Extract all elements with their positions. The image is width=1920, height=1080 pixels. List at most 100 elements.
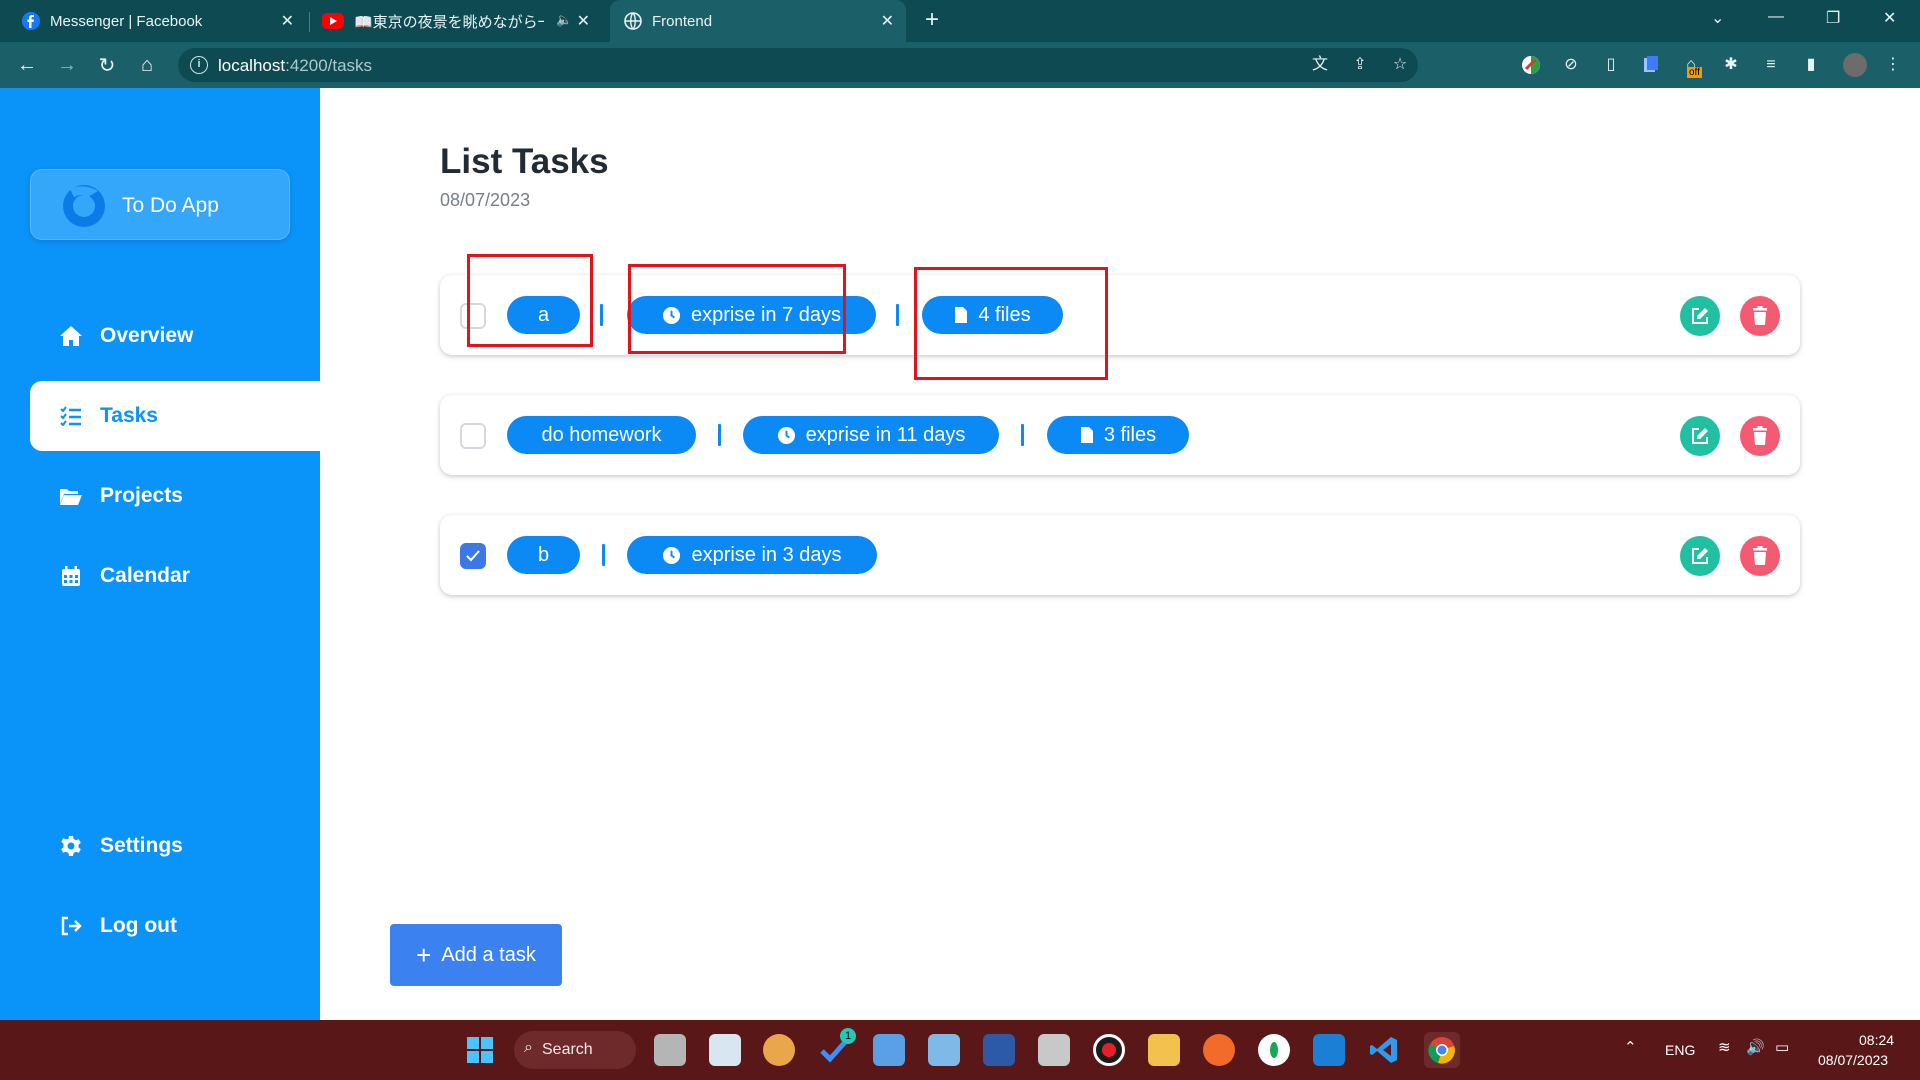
minimize-button[interactable]: —	[1768, 8, 1784, 26]
task-checkbox[interactable]	[460, 423, 486, 449]
site-info-icon[interactable]: i	[190, 56, 208, 74]
battery-icon[interactable]: ▭	[1775, 1038, 1789, 1056]
edit-icon	[1692, 308, 1708, 324]
weather-icon[interactable]	[763, 1034, 795, 1066]
sidebar-item-settings[interactable]: Settings	[30, 811, 320, 881]
task-name-pill[interactable]: do homework	[507, 416, 696, 454]
tray-chevron-icon[interactable]: ⌃	[1624, 1038, 1637, 1056]
reload-icon[interactable]: ↻	[94, 52, 120, 78]
sidebar-item-projects[interactable]: Projects	[30, 461, 320, 531]
task-files-pill[interactable]: 3 files	[1047, 416, 1189, 454]
trello-icon[interactable]	[1313, 1034, 1345, 1066]
back-icon[interactable]: ←	[14, 52, 40, 78]
edit-icon	[1692, 428, 1708, 444]
restore-button[interactable]: ❐	[1826, 8, 1840, 28]
reading-list-icon[interactable]: ≡	[1761, 55, 1781, 75]
postman-icon[interactable]	[1203, 1034, 1235, 1066]
share-icon[interactable]: ⇪	[1350, 55, 1370, 75]
sidebar-item-tasks[interactable]: Tasks	[30, 381, 320, 451]
tab-youtube[interactable]: 📖東京の夜景を眺めながら一 🔈 ✕	[322, 0, 598, 42]
clock-icon	[777, 426, 796, 445]
bookmark-star-icon[interactable]: ☆	[1390, 55, 1410, 75]
sidebar-item-calendar[interactable]: Calendar	[30, 541, 320, 611]
task-expiry-pill[interactable]: exprise in 11 days	[743, 416, 999, 454]
task-card: b exprise in 3 days	[440, 515, 1800, 595]
sidebar-item-logout[interactable]: Log out	[30, 891, 320, 961]
browser-toolbar: ← → ↻ ⌂ i localhost:4200/tasks ☆ ⇪ 文 ⊘ ▯…	[0, 42, 1920, 88]
windows-start-icon[interactable]	[464, 1034, 496, 1066]
forward-icon[interactable]: →	[54, 52, 80, 78]
clock-icon	[662, 546, 681, 565]
tab-close-icon[interactable]: ✕	[577, 11, 590, 31]
mongodb-icon[interactable]	[1258, 1034, 1290, 1066]
edit-icon	[1692, 548, 1708, 564]
add-task-button[interactable]: + Add a task	[390, 924, 562, 986]
phone-icon[interactable]: ▯	[1601, 55, 1621, 75]
task-expiry-pill[interactable]: exprise in 3 days	[627, 536, 877, 574]
address-bar[interactable]: i localhost:4200/tasks ☆ ⇪ 文	[178, 48, 1418, 82]
sidebar-item-overview[interactable]: Overview	[30, 301, 320, 371]
task-checkbox-checked[interactable]	[460, 543, 486, 569]
extension-color-icon[interactable]	[1521, 55, 1541, 75]
divider	[600, 304, 603, 326]
task-view-icon[interactable]	[654, 1034, 686, 1066]
new-tab-button[interactable]: +	[925, 8, 939, 32]
tab-messenger[interactable]: Messenger | Facebook ✕	[22, 0, 302, 42]
url-path: :4200/tasks	[285, 56, 373, 75]
delete-task-button[interactable]	[1740, 536, 1780, 576]
file-explorer-icon[interactable]	[1148, 1034, 1180, 1066]
chrome-menu-icon[interactable]: ⋮	[1883, 55, 1903, 75]
page-title: List Tasks	[440, 142, 609, 181]
delete-task-button[interactable]	[1740, 416, 1780, 456]
speaker-icon[interactable]: 🔈	[556, 12, 572, 28]
home-icon[interactable]: ⌂	[134, 52, 160, 78]
divider	[1021, 424, 1024, 446]
powershell-icon[interactable]	[983, 1034, 1015, 1066]
compass-icon[interactable]: ⊘	[1561, 55, 1581, 75]
translate-icon[interactable]: 文	[1310, 55, 1330, 75]
clock-time[interactable]: 08:24	[1859, 1032, 1894, 1048]
plus-icon: +	[416, 940, 432, 970]
globe-icon	[624, 12, 642, 30]
clock-date[interactable]: 08/07/2023	[1818, 1052, 1888, 1068]
page-date: 08/07/2023	[440, 190, 531, 210]
app-logo-card[interactable]: To Do App	[30, 169, 290, 240]
notepad-icon[interactable]	[873, 1034, 905, 1066]
taskbar-search[interactable]: ⌕ Search	[514, 1031, 636, 1069]
logout-icon	[58, 913, 84, 939]
extensions-puzzle-icon[interactable]: ✱	[1721, 55, 1741, 75]
extension-doc-icon[interactable]	[1641, 55, 1661, 75]
tab-separator	[309, 12, 310, 32]
control-panel-icon[interactable]	[928, 1034, 960, 1066]
profile-avatar[interactable]	[1843, 53, 1867, 77]
tab-close-icon[interactable]: ✕	[281, 11, 294, 31]
record-icon[interactable]	[1093, 1034, 1125, 1066]
facebook-icon	[22, 12, 40, 30]
vscode-icon[interactable]	[1368, 1034, 1400, 1066]
task-name: b	[537, 543, 550, 566]
sidebar-item-label: Projects	[100, 484, 183, 507]
url-host: localhost	[218, 56, 286, 75]
task-name-pill[interactable]: b	[507, 536, 580, 574]
edit-task-button[interactable]	[1680, 296, 1720, 336]
side-panel-icon[interactable]: ▮	[1801, 55, 1821, 75]
volume-icon[interactable]: 🔊	[1746, 1038, 1765, 1056]
task-expiry: exprise in 11 days	[805, 423, 966, 446]
url-text: localhost:4200/tasks	[218, 56, 372, 76]
edit-task-button[interactable]	[1680, 536, 1720, 576]
file-icon	[1080, 426, 1094, 444]
edit-task-button[interactable]	[1680, 416, 1720, 456]
tab-search-chevron-icon[interactable]: ⌄	[1711, 8, 1724, 28]
chrome-taskbar-icon[interactable]	[1424, 1032, 1460, 1068]
app-logo-icon	[63, 185, 105, 227]
tab-frontend[interactable]: Frontend ✕	[610, 0, 906, 42]
wifi-icon[interactable]: ≋	[1718, 1038, 1731, 1056]
extension-off-icon[interactable]: off ⌂	[1681, 55, 1702, 78]
close-window-button[interactable]: ✕	[1883, 8, 1896, 28]
language-indicator[interactable]: ENG	[1665, 1042, 1695, 1058]
resource-monitor-icon[interactable]	[709, 1034, 741, 1066]
delete-task-button[interactable]	[1740, 296, 1780, 336]
printer-icon[interactable]	[1038, 1034, 1070, 1066]
tab-close-icon[interactable]: ✕	[881, 11, 894, 31]
todo-app-icon[interactable]: 1	[818, 1028, 856, 1066]
